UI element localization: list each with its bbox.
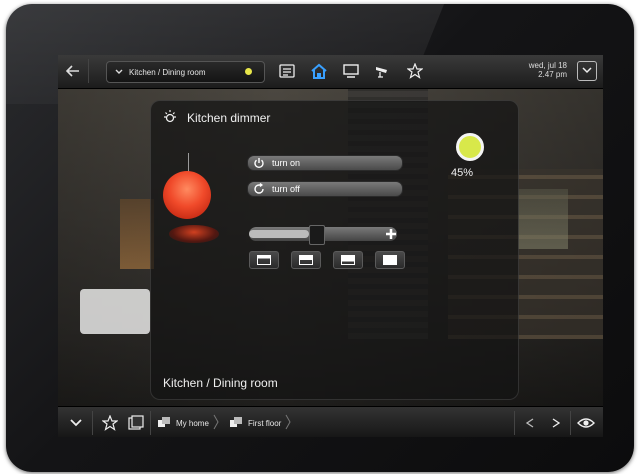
previous-icon[interactable] [520,413,540,433]
status-dot [245,68,252,75]
dimmer-panel: Kitchen dimmer 45% turn on turn off Kitc… [150,100,519,400]
breadcrumb-first-floor[interactable]: First floor [230,414,291,432]
date-time: wed, jul 18 2.47 pm [529,61,567,79]
restart-icon [252,182,266,196]
bottom-bar: My home First floor [58,406,603,437]
divider [570,411,571,435]
power-icon [252,156,266,170]
level-text: 45% [451,167,474,179]
room-selector-label: Kitchen / Dining room [129,67,206,77]
camera-icon[interactable] [372,61,394,81]
back-arrow-icon[interactable] [62,59,84,83]
breadcrumb-my-home[interactable]: My home [158,414,219,432]
level-indicator [456,133,484,161]
home-icon [158,417,170,429]
preset-level-icon [257,255,271,265]
preset-level-icon [383,255,397,265]
breadcrumb-label: My home [176,418,209,428]
star-icon[interactable] [404,61,426,81]
pendant-lamp-icon[interactable] [163,171,211,219]
turn-on-label: turn on [272,158,301,168]
room-selector[interactable]: Kitchen / Dining room [106,61,265,83]
preset-button-4[interactable] [375,251,405,269]
time-text: 2.47 pm [538,70,567,79]
chevron-right-icon [213,414,219,432]
floor-icon [230,417,242,429]
lamp-reflection [169,225,219,243]
chevron-right-icon [285,414,291,432]
divider [150,411,151,435]
next-icon[interactable] [546,413,566,433]
divider [88,59,89,83]
turn-off-label: turn off [272,184,300,194]
eye-icon[interactable] [576,413,596,433]
breadcrumb-label: First floor [248,418,282,428]
panel-title: Kitchen dimmer [187,111,271,125]
slider-fill [249,230,309,238]
preset-level-icon [341,255,355,265]
home-icon[interactable] [308,61,330,81]
display-icon[interactable] [340,61,362,81]
turn-off-button[interactable]: turn off [247,181,403,197]
increase-button[interactable] [383,226,399,242]
lamp-cord [188,153,189,173]
divider [514,411,515,435]
expand-button[interactable] [577,61,597,81]
armchair [80,289,150,334]
chevron-down-icon[interactable] [66,413,86,433]
wall-painting [120,199,154,269]
touch-screen: Kitchen / Dining room wed, jul 18 2.47 p… [58,55,603,437]
chevron-down-icon [115,68,123,77]
dimmer-slider[interactable] [249,225,397,245]
date-text: wed, jul 18 [528,61,567,70]
panel-footer-location: Kitchen / Dining room [163,376,278,390]
rooms-icon[interactable] [126,413,146,433]
top-bar: Kitchen / Dining room wed, jul 18 2.47 p… [58,55,603,89]
slider-handle[interactable] [309,225,325,245]
preset-button-3[interactable] [333,251,363,269]
preset-button-1[interactable] [249,251,279,269]
tablet-frame: Kitchen / Dining room wed, jul 18 2.47 p… [6,4,634,472]
divider [92,411,93,435]
favorite-settings-icon[interactable] [100,413,120,433]
turn-on-button[interactable]: turn on [247,155,403,171]
preset-button-2[interactable] [291,251,321,269]
chevron-down-icon [582,66,592,76]
bulb-icon [161,108,179,126]
list-icon[interactable] [276,61,298,81]
room-photo-background: Kitchen dimmer 45% turn on turn off Kitc… [58,89,603,406]
preset-level-icon [299,255,313,265]
wall-painting [518,189,568,249]
